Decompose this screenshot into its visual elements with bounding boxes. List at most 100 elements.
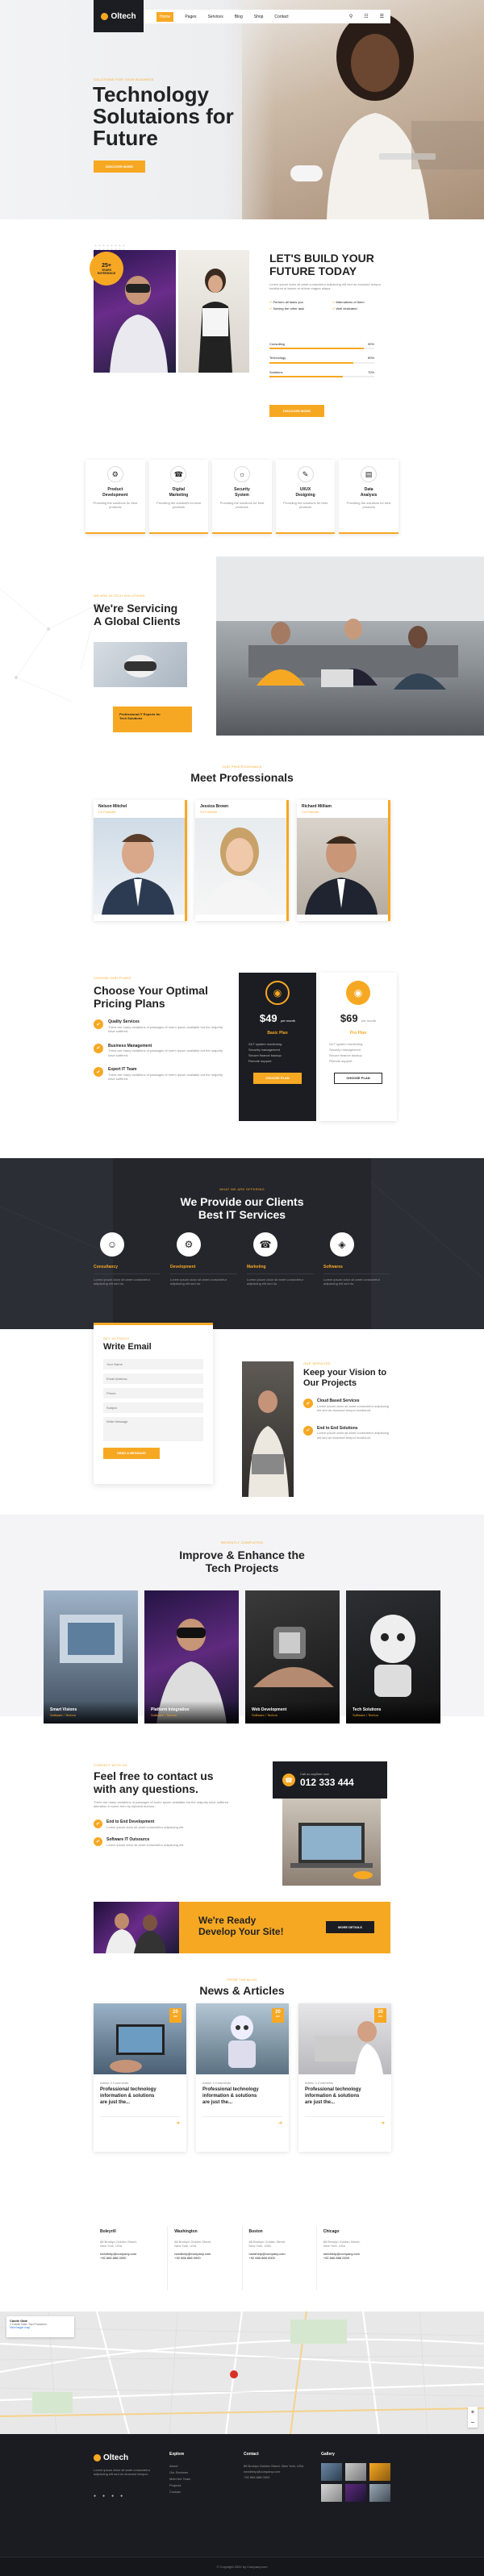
search-icon[interactable]: ⚲ — [349, 14, 353, 19]
send-message-button[interactable]: SEND A MESSAGE — [103, 1447, 160, 1459]
news-card[interactable]: 20 Jan Admin 3 Comments Professional tech… — [196, 2003, 289, 2152]
gallery-thumb[interactable] — [345, 2463, 366, 2481]
hero-discover-button[interactable]: DISCOVER MORE — [94, 160, 145, 173]
pricing-card-basic[interactable]: ◉ $49 per month Basic Plan 24/7 system m… — [239, 973, 316, 1121]
menu-icon[interactable]: ☰ — [380, 14, 384, 19]
gallery-thumb[interactable] — [369, 2463, 390, 2481]
news-title-line-3: are just the... — [305, 2099, 336, 2105]
header-logo-box[interactable]: Oltech — [94, 0, 144, 32]
vision-title-line-1: Keep your Vision to — [303, 1368, 387, 1378]
footer-contact-email[interactable]: needhelp@company.com — [244, 2469, 308, 2474]
news-post-title[interactable]: Professional technology information & sol… — [202, 2087, 282, 2106]
service-card[interactable]: ▤ Data Analysis Providing the solutions f… — [339, 460, 398, 534]
map-section[interactable]: Cavite Gate 1 Cavite Gate, San Francisco… — [0, 2311, 484, 2434]
office-phone[interactable]: +92 666 888 0000 — [249, 2256, 310, 2260]
nav-item-blog[interactable]: Blog — [235, 15, 243, 19]
nav-item-shop[interactable]: Shop — [254, 15, 264, 19]
choose-plan-button[interactable]: CHOOSE PLAN — [334, 1072, 382, 1084]
provide-item-title: Development — [170, 1265, 196, 1269]
vision-items: ✔ Cloud Based Services Lorem ipsum dolor … — [303, 1398, 392, 1440]
global-image-office — [216, 556, 484, 736]
provide-item[interactable]: ◈ Softwares Lorem ipsum dolor sit amet c… — [323, 1232, 390, 1286]
check-item-text: Alternatives of them — [336, 300, 365, 304]
service-card[interactable]: ☼ Security System Providing the solutions… — [212, 460, 272, 534]
cart-icon[interactable]: ☷ — [364, 14, 368, 19]
choose-plan-button[interactable]: CHOOSE PLAN — [253, 1072, 302, 1084]
team-card[interactable]: Jessica Brown Co Founder — [195, 800, 289, 921]
zoom-in-icon[interactable]: + — [471, 2407, 475, 2417]
service-title-1: UI/UX — [299, 487, 311, 492]
plan-price: $49 — [259, 1012, 277, 1024]
name-field[interactable] — [103, 1358, 203, 1369]
network-lines-decoration — [0, 588, 99, 702]
footer-contact-phone[interactable]: +92 666 888 0000 — [244, 2474, 308, 2480]
call-box[interactable]: ☎ Call us anytime now 012 333 444 — [273, 1761, 387, 1799]
project-card[interactable]: Platform Integration Software / Techno — [144, 1590, 239, 1724]
pinterest-icon[interactable]: ● — [111, 2494, 114, 2499]
project-card[interactable]: Smart Visions Software / Techno — [44, 1590, 138, 1724]
nav-item-services[interactable]: Services — [208, 15, 223, 19]
email-field[interactable] — [103, 1373, 203, 1384]
provide-item[interactable]: ⚙ Development Lorem ipsum dolor sit amet… — [170, 1232, 237, 1286]
pricing-card-pro[interactable]: ◉ $69 per month Pro Plan 24/7 system mon… — [319, 973, 397, 1121]
footer-logo[interactable]: Oltech — [94, 2453, 128, 2462]
gallery-thumb[interactable] — [321, 2463, 342, 2481]
service-desc: Providing the solutions for best product… — [156, 500, 201, 509]
provide-items: ☺ Consultancy Lorem ipsum dolor sit amet… — [94, 1232, 390, 1286]
logo-text: Oltech — [111, 11, 136, 21]
facebook-icon[interactable]: ● — [102, 2494, 105, 2499]
arrow-right-icon[interactable]: ➜ — [278, 2120, 282, 2126]
news-post-title[interactable]: Professional technology information & sol… — [305, 2087, 385, 2106]
service-card[interactable]: ⚙ Product Development Providing the solut… — [86, 460, 145, 534]
news-title-line-2: information & solutions — [202, 2094, 257, 2099]
office-phone[interactable]: +92 666 888 0000 — [174, 2256, 235, 2260]
footer-gallery — [321, 2463, 390, 2502]
map-larger-link[interactable]: View larger map — [10, 2326, 71, 2329]
arrow-right-icon[interactable]: ➜ — [381, 2120, 385, 2126]
footer-link[interactable]: Meet the Team — [169, 2476, 190, 2482]
vision-item-title: End to End Solutions — [317, 1425, 358, 1431]
project-category: Software / Techno — [151, 1712, 177, 1717]
footer-link[interactable]: About — [169, 2463, 190, 2470]
office-phone[interactable]: +92 666 888 0000 — [323, 2256, 384, 2260]
provide-item-desc: Lorem ipsum dolor sit amet consectetur a… — [170, 1273, 237, 1286]
service-card[interactable]: ☎ Digital Marketing Providing the solutio… — [148, 460, 209, 534]
member-name: Nelson Mitchel — [98, 804, 127, 809]
gallery-thumb[interactable] — [321, 2484, 342, 2502]
nav-item-pages[interactable]: Pages — [185, 15, 196, 19]
cta-more-details-button[interactable]: MORE DETAILS — [326, 1921, 374, 1933]
message-field[interactable] — [103, 1416, 203, 1441]
phone-field[interactable] — [103, 1387, 203, 1398]
about-discover-button[interactable]: DISCOVER MORE — [269, 405, 324, 417]
project-card[interactable]: Tech Solutions Software / Techno — [346, 1590, 440, 1724]
service-card[interactable]: ✎ UI/UX Designing Providing the solutions… — [275, 460, 336, 534]
project-card[interactable]: Web Development Software / Techno — [245, 1590, 340, 1724]
provide-item[interactable]: ☎ Marketing Lorem ipsum dolor sit amet c… — [247, 1232, 314, 1286]
team-card[interactable]: Nelson Mitchel Co Founder — [94, 800, 187, 921]
footer-contact-address: 88 Broklyn Golden Street, New York, USA — [244, 2464, 304, 2468]
news-card[interactable]: 20 Jan Admin 3 Comments Professional tech… — [298, 2003, 391, 2152]
footer-link[interactable]: Projects — [169, 2482, 190, 2489]
instagram-icon[interactable]: ● — [120, 2494, 123, 2499]
news-cards: 20 Jan Admin 3 Comments Professional tech… — [94, 2003, 391, 2152]
news-post-title[interactable]: Professional technology information & sol… — [100, 2087, 180, 2106]
arrow-right-icon[interactable]: ➜ — [176, 2120, 180, 2126]
nav-item-contact[interactable]: Contact — [274, 15, 288, 19]
news-card[interactable]: 20 Jan Admin 3 Comments Professional tech… — [94, 2003, 186, 2152]
gallery-thumb[interactable] — [369, 2484, 390, 2502]
footer-link[interactable]: Contact — [169, 2489, 190, 2495]
logo-icon — [101, 12, 109, 20]
provide-item[interactable]: ☺ Consultancy Lorem ipsum dolor sit amet… — [94, 1232, 161, 1286]
news-meta: Admin 3 Comments — [305, 2081, 334, 2085]
provide-item-title: Marketing — [247, 1265, 266, 1269]
plan-item: Secure finance backup — [329, 1053, 362, 1058]
team-card[interactable]: Richard Milliam Co Founder — [297, 800, 390, 921]
gallery-thumb[interactable] — [345, 2484, 366, 2502]
footer-link[interactable]: Our Services — [169, 2470, 190, 2476]
twitter-icon[interactable]: ● — [94, 2494, 96, 2499]
nav-item-home[interactable]: Home — [156, 11, 174, 22]
footer-social: ● ● ● ● — [94, 2494, 123, 2499]
zoom-out-icon[interactable]: − — [471, 2417, 475, 2428]
subject-field[interactable] — [103, 1402, 203, 1413]
office-phone[interactable]: +92 666 888 0000 — [100, 2256, 161, 2260]
